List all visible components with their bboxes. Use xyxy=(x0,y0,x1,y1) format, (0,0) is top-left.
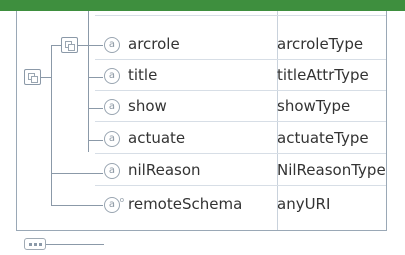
attribute-name: title xyxy=(128,66,158,84)
attribute-group-icon[interactable] xyxy=(61,37,78,53)
tree-connector xyxy=(88,140,103,141)
attribute-type: NilReasonType xyxy=(277,161,386,179)
sequence-dot xyxy=(29,243,32,246)
row-divider xyxy=(95,90,386,91)
tree-connector xyxy=(41,77,51,78)
tree-connector xyxy=(51,45,52,205)
attribute-row-show[interactable]: a show showType xyxy=(17,92,386,122)
row-divider xyxy=(95,185,386,186)
row-divider xyxy=(95,15,386,16)
attribute-icon: a xyxy=(104,163,120,179)
attribute-row-nilreason[interactable]: a nilReason NilReasonType xyxy=(17,156,386,186)
attribute-type: showType xyxy=(277,97,351,115)
tree-connector xyxy=(46,244,104,245)
row-divider xyxy=(95,153,386,154)
attribute-name: nilReason xyxy=(128,161,201,179)
attribute-icon: a xyxy=(104,68,120,84)
tree-connector xyxy=(78,45,103,46)
tree-connector xyxy=(88,108,103,109)
attribute-type: anyURI xyxy=(277,195,331,213)
group-icon-part xyxy=(68,44,75,51)
attribute-row-title[interactable]: a title titleAttrType xyxy=(17,61,386,91)
sequence-icon[interactable] xyxy=(24,238,46,250)
attribute-type: actuateType xyxy=(277,129,369,147)
tree-connector xyxy=(51,173,103,174)
tree-connector xyxy=(88,77,103,78)
attribute-row-actuate[interactable]: a actuate actuateType xyxy=(17,124,386,154)
row-divider xyxy=(95,121,386,122)
schema-diagram-viewport: a role roleType a arcrole arcroleType a … xyxy=(0,11,405,255)
attribute-icon: a xyxy=(104,37,120,53)
attribute-name: arcrole xyxy=(128,35,180,53)
sequence-dot xyxy=(39,243,42,246)
attribute-type: arcroleType xyxy=(277,35,364,53)
attribute-type: titleAttrType xyxy=(277,66,369,84)
tree-connector xyxy=(51,45,61,46)
attribute-icon: a xyxy=(104,131,120,147)
tree-connector xyxy=(51,205,103,206)
attribute-group-icon[interactable] xyxy=(24,69,41,85)
attribute-icon: ao xyxy=(104,196,124,213)
attribute-name: remoteSchema xyxy=(128,195,243,213)
attribute-row-role[interactable]: a role roleType xyxy=(17,11,386,16)
window-title-bar xyxy=(0,0,405,11)
attribute-name: actuate xyxy=(128,129,186,147)
tree-connector xyxy=(88,11,89,152)
attribute-icon: a xyxy=(104,99,120,115)
attribute-name: show xyxy=(128,97,167,115)
sequence-dot xyxy=(34,243,37,246)
row-divider xyxy=(95,59,386,60)
group-icon-part xyxy=(31,76,38,83)
